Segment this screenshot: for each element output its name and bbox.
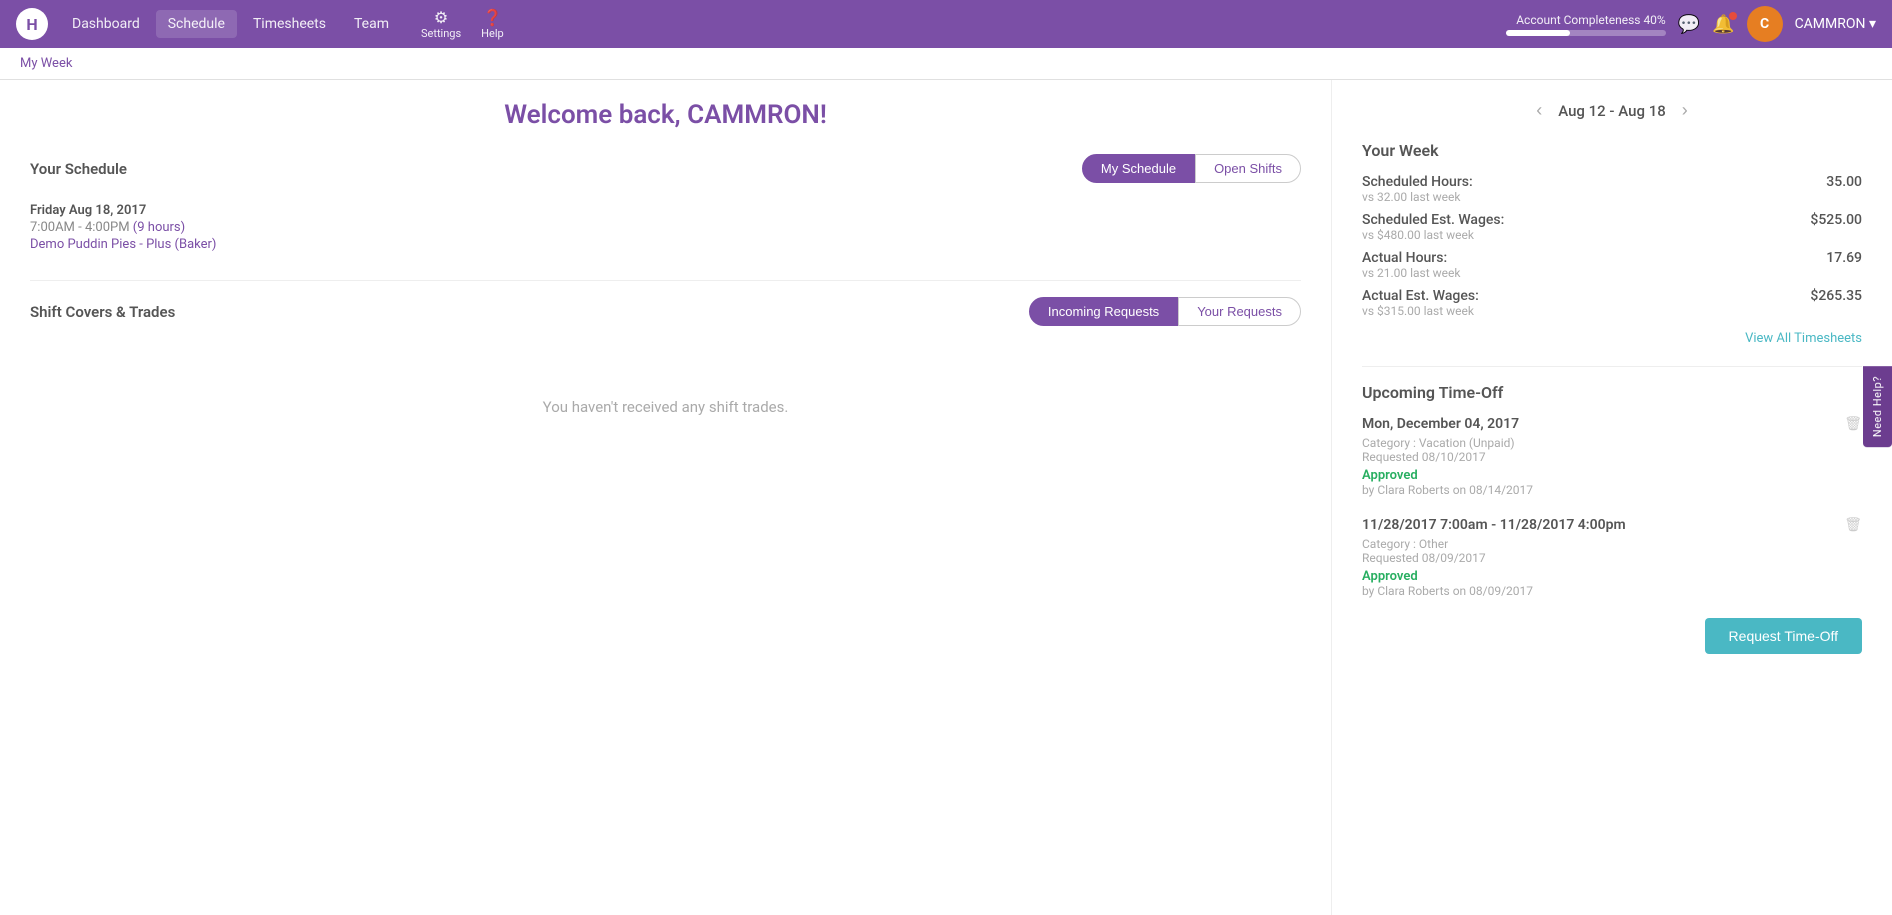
time-off-date-1: Mon, December 04, 2017 <box>1362 416 1862 432</box>
stat-label-scheduled-wages: Scheduled Est. Wages: vs $480.00 last we… <box>1362 212 1504 242</box>
stat-row-scheduled-hours: Scheduled Hours: vs 32.00 last week 35.0… <box>1362 174 1862 204</box>
shift-covers-tabs: Incoming Requests Your Requests <box>1029 297 1301 326</box>
stat-value-actual-wages: $265.35 <box>1810 288 1862 318</box>
empty-shift-trades: You haven't received any shift trades. <box>30 338 1301 476</box>
time-off-divider <box>1362 366 1862 367</box>
schedule-tabs: My Schedule Open Shifts <box>1082 154 1301 183</box>
tab-my-schedule[interactable]: My Schedule <box>1082 154 1195 183</box>
progress-bar-bg <box>1506 30 1666 36</box>
prev-week-button[interactable]: ‹ <box>1536 100 1542 121</box>
shift-time: 7:00AM - 4:00PM (9 hours) <box>30 220 1301 235</box>
stat-value-scheduled-wages: $525.00 <box>1810 212 1862 242</box>
welcome-title: Welcome back, CAMMRON! <box>30 100 1301 130</box>
time-off-category-2: Category : Other <box>1362 537 1862 551</box>
nav-links: Dashboard Schedule Timesheets Team <box>60 10 401 38</box>
time-off-requested-2: Requested 08/09/2017 <box>1362 551 1862 565</box>
time-off-approved-by-2: by Clara Roberts on 08/09/2017 <box>1362 584 1862 598</box>
trash-icon-1[interactable]: 🗑 <box>1844 416 1862 432</box>
right-panel: ‹ Aug 12 - Aug 18 › Your Week Scheduled … <box>1332 80 1892 915</box>
time-off-item-1: 🗑 Mon, December 04, 2017 Category : Vaca… <box>1362 416 1862 497</box>
top-navigation: H Dashboard Schedule Timesheets Team ⚙ S… <box>0 0 1892 48</box>
nav-timesheets[interactable]: Timesheets <box>241 10 338 38</box>
week-selector: ‹ Aug 12 - Aug 18 › <box>1362 100 1862 121</box>
time-off-date-2: 11/28/2017 7:00am - 11/28/2017 4:00pm <box>1362 517 1862 533</box>
trash-icon-2[interactable]: 🗑 <box>1844 517 1862 533</box>
tab-open-shifts[interactable]: Open Shifts <box>1195 154 1301 183</box>
stat-label-actual-wages: Actual Est. Wages: vs $315.00 last week <box>1362 288 1479 318</box>
time-off-requested-1: Requested 08/10/2017 <box>1362 450 1862 464</box>
notification-btn[interactable]: 🔔 <box>1712 14 1734 35</box>
shift-item: Friday Aug 18, 2017 7:00AM - 4:00PM (9 h… <box>30 195 1301 264</box>
logo[interactable]: H <box>16 8 48 40</box>
chat-icon-btn[interactable]: 💬 <box>1678 14 1700 35</box>
breadcrumb: My Week <box>0 48 1892 80</box>
nav-help[interactable]: ❓ Help <box>473 6 512 42</box>
stat-label-actual-hours: Actual Hours: vs 21.00 last week <box>1362 250 1460 280</box>
left-panel: Welcome back, CAMMRON! Your Schedule My … <box>0 80 1332 915</box>
shift-date: Friday Aug 18, 2017 <box>30 203 1301 218</box>
time-off-category-1: Category : Vacation (Unpaid) <box>1362 436 1862 450</box>
nav-settings[interactable]: ⚙ Settings <box>413 6 469 42</box>
week-label: Aug 12 - Aug 18 <box>1558 102 1666 120</box>
shift-location: Demo Puddin Pies - Plus (Baker) <box>30 237 1301 252</box>
user-name[interactable]: CAMMRON ▾ <box>1795 16 1876 32</box>
need-help-sidebar[interactable]: Need Help? <box>1863 366 1892 447</box>
time-off-status-1: Approved <box>1362 468 1862 483</box>
time-off-item-2: 🗑 11/28/2017 7:00am - 11/28/2017 4:00pm … <box>1362 517 1862 598</box>
help-icon: ❓ <box>482 8 502 27</box>
nav-right: Account Completeness 40% 💬 🔔 C CAMMRON ▾ <box>1506 6 1876 42</box>
time-off-section: Upcoming Time-Off 🗑 Mon, December 04, 20… <box>1362 383 1862 654</box>
main-container: Welcome back, CAMMRON! Your Schedule My … <box>0 80 1892 915</box>
stat-row-actual-hours: Actual Hours: vs 21.00 last week 17.69 <box>1362 250 1862 280</box>
request-time-off-button[interactable]: Request Time-Off <box>1705 618 1862 654</box>
time-off-status-2: Approved <box>1362 569 1862 584</box>
stat-row-scheduled-wages: Scheduled Est. Wages: vs $480.00 last we… <box>1362 212 1862 242</box>
shift-covers-header: Shift Covers & Trades Incoming Requests … <box>30 297 1301 326</box>
section-divider <box>30 280 1301 281</box>
nav-schedule[interactable]: Schedule <box>156 10 237 38</box>
next-week-button[interactable]: › <box>1682 100 1688 121</box>
nav-dashboard[interactable]: Dashboard <box>60 10 152 38</box>
tab-your-requests[interactable]: Your Requests <box>1178 297 1301 326</box>
user-avatar[interactable]: C <box>1747 6 1783 42</box>
stat-label-scheduled-hours: Scheduled Hours: vs 32.00 last week <box>1362 174 1473 204</box>
tab-incoming-requests[interactable]: Incoming Requests <box>1029 297 1178 326</box>
gear-icon: ⚙ <box>434 8 448 27</box>
progress-bar-fill <box>1506 30 1570 36</box>
chat-icon: 💬 <box>1678 14 1700 35</box>
nav-team[interactable]: Team <box>342 10 401 38</box>
nav-settings-help: ⚙ Settings ❓ Help <box>413 6 512 42</box>
time-off-approved-by-1: by Clara Roberts on 08/14/2017 <box>1362 483 1862 497</box>
stat-value-scheduled-hours: 35.00 <box>1826 174 1862 204</box>
schedule-title: Your Schedule <box>30 160 127 178</box>
your-week-section: Your Week Scheduled Hours: vs 32.00 last… <box>1362 141 1862 318</box>
stat-value-actual-hours: 17.69 <box>1826 250 1862 280</box>
schedule-header: Your Schedule My Schedule Open Shifts <box>30 154 1301 183</box>
time-off-title: Upcoming Time-Off <box>1362 383 1862 402</box>
your-week-title: Your Week <box>1362 141 1862 160</box>
view-all-timesheets-link[interactable]: View All Timesheets <box>1362 330 1862 346</box>
stat-row-actual-wages: Actual Est. Wages: vs $315.00 last week … <box>1362 288 1862 318</box>
notification-dot <box>1729 12 1737 20</box>
shift-covers-title: Shift Covers & Trades <box>30 303 175 321</box>
account-completeness: Account Completeness 40% <box>1506 13 1666 36</box>
